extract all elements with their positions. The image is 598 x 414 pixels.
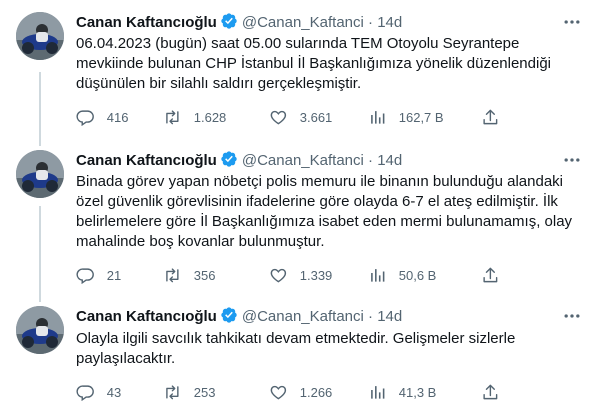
reply-button[interactable]: 416 — [76, 107, 128, 127]
more-icon[interactable] — [562, 306, 582, 326]
share-button[interactable] — [481, 107, 500, 127]
handle[interactable]: @Canan_Kaftanci — [242, 152, 364, 169]
tweet-header: Canan Kaftancıoğlu @Canan_Kaftanci · 14d — [76, 12, 402, 32]
retweet-count: 253 — [193, 384, 216, 400]
reply-icon — [76, 110, 94, 126]
avatar[interactable] — [16, 12, 64, 60]
display-name[interactable]: Canan Kaftancıoğlu — [76, 308, 217, 325]
views-icon — [371, 385, 385, 399]
handle[interactable]: @Canan_Kaftanci — [242, 308, 364, 325]
retweet-button[interactable]: 356 — [163, 265, 215, 285]
tweet-actions: 416 1.628 3.661 162,7 B — [72, 107, 502, 127]
share-button[interactable] — [481, 382, 500, 402]
timestamp[interactable]: 14d — [377, 152, 402, 169]
retweet-button[interactable]: 253 — [163, 382, 215, 402]
views-count: 41,3 B — [398, 384, 437, 400]
tweet-header: Canan Kaftancıoğlu @Canan_Kaftanci · 14d — [76, 306, 402, 326]
tweet-text: Olayla ilgili savcılık tahkikatı devam e… — [76, 330, 516, 367]
views-count: 50,6 B — [398, 267, 437, 283]
more-icon[interactable] — [562, 12, 582, 32]
like-count: 1.266 — [299, 384, 333, 400]
views-count: 162,7 B — [398, 109, 444, 125]
tweet[interactable]: Canan Kaftancıoğlu @Canan_Kaftanci · 14d … — [0, 302, 598, 414]
views-icon — [371, 268, 385, 282]
like-icon — [270, 385, 287, 400]
retweet-icon — [166, 110, 179, 124]
views-button[interactable]: 41,3 B — [368, 382, 436, 402]
like-count: 1.339 — [299, 267, 333, 283]
verified-badge-icon — [220, 306, 238, 330]
tweet[interactable]: Canan Kaftancıoğlu @Canan_Kaftanci · 14d … — [0, 0, 598, 146]
timestamp[interactable]: 14d — [377, 308, 402, 325]
like-button[interactable]: 1.266 — [269, 382, 332, 402]
views-button[interactable]: 50,6 B — [368, 265, 436, 285]
tweet-header: Canan Kaftancıoğlu @Canan_Kaftanci · 14d — [76, 150, 402, 170]
reply-icon — [76, 385, 94, 401]
reply-button[interactable]: 21 — [76, 265, 121, 285]
like-icon — [270, 268, 287, 283]
display-name[interactable]: Canan Kaftancıoğlu — [76, 14, 217, 31]
like-count: 3.661 — [299, 109, 333, 125]
views-icon — [371, 110, 385, 124]
reply-count: 43 — [106, 384, 122, 400]
display-name[interactable]: Canan Kaftancıoğlu — [76, 152, 217, 169]
retweet-icon — [166, 385, 179, 399]
share-button[interactable] — [481, 265, 500, 285]
separator: · — [368, 14, 374, 31]
avatar[interactable] — [16, 306, 64, 354]
like-button[interactable]: 1.339 — [269, 265, 332, 285]
reply-count: 21 — [106, 267, 122, 283]
share-icon — [483, 267, 498, 282]
tweet-text: 06.04.2023 (bugün) saat 05.00 sularında … — [76, 35, 551, 92]
reply-count: 416 — [106, 109, 129, 125]
tweet-actions: 21 356 1.339 50,6 B — [72, 265, 502, 285]
tweet-text: Binada görev yapan nöbetçi polis memuru … — [76, 173, 573, 250]
share-icon — [483, 109, 498, 124]
retweet-icon — [166, 268, 179, 282]
verified-badge-icon — [220, 12, 238, 36]
tweet[interactable]: Canan Kaftancıoğlu @Canan_Kaftanci · 14d … — [0, 146, 598, 302]
retweet-count: 1.628 — [193, 109, 227, 125]
share-icon — [483, 384, 498, 399]
views-button[interactable]: 162,7 B — [368, 107, 444, 127]
retweet-button[interactable]: 1.628 — [163, 107, 226, 127]
separator: · — [368, 308, 374, 325]
timestamp[interactable]: 14d — [377, 14, 402, 31]
like-button[interactable]: 3.661 — [269, 107, 332, 127]
retweet-count: 356 — [193, 267, 216, 283]
reply-button[interactable]: 43 — [76, 382, 121, 402]
tweet-actions: 43 253 1.266 41,3 B — [72, 382, 502, 402]
avatar[interactable] — [16, 150, 64, 198]
separator: · — [368, 152, 374, 169]
like-icon — [270, 110, 287, 125]
reply-icon — [76, 268, 94, 284]
more-icon[interactable] — [562, 150, 582, 170]
verified-badge-icon — [220, 150, 238, 174]
handle[interactable]: @Canan_Kaftanci — [242, 14, 364, 31]
